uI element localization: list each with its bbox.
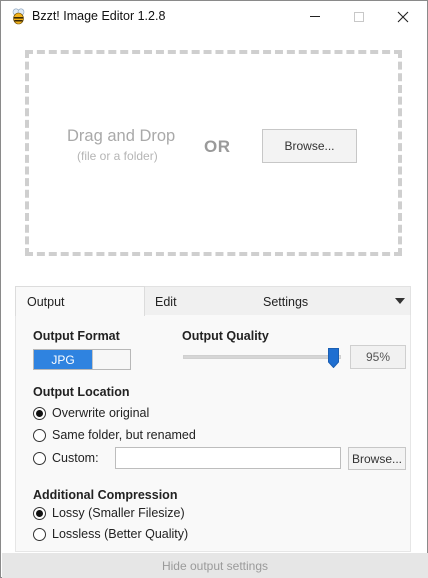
tab-settings[interactable]: Settings <box>263 287 308 316</box>
toggle-knob <box>92 350 130 369</box>
minimize-button[interactable] <box>293 1 337 32</box>
radio-button[interactable] <box>33 406 46 420</box>
radio-label: Lossy (Smaller Filesize) <box>52 506 185 520</box>
radio-overwrite-original[interactable]: Overwrite original <box>33 404 149 422</box>
maximize-button[interactable] <box>337 1 381 32</box>
radio-button[interactable] <box>33 451 46 465</box>
radio-button[interactable] <box>33 506 46 520</box>
quality-slider-fill <box>184 356 335 358</box>
radio-label: Same folder, but renamed <box>52 428 196 442</box>
or-separator: OR <box>204 137 231 156</box>
app-window: Bzzt! Image Editor 1.2.8 Drag and Drop (… <box>0 0 428 578</box>
radio-label: Overwrite original <box>52 406 150 420</box>
maximize-icon <box>354 11 364 22</box>
drag-and-drop-label: Drag and Drop <box>67 127 176 145</box>
quality-slider-thumb[interactable] <box>328 348 340 368</box>
radio-lossless[interactable]: Lossless (Better Quality) <box>33 525 188 543</box>
radio-label: Lossless (Better Quality) <box>52 527 189 541</box>
format-toggle-value: JPG <box>34 350 92 369</box>
additional-compression-label: Additional Compression <box>33 488 178 502</box>
settings-tab-bar: Output Edit Settings <box>15 286 411 316</box>
custom-browse-button[interactable]: Browse... <box>348 447 406 470</box>
format-toggle[interactable]: JPG <box>33 349 131 370</box>
output-location-label: Output Location <box>33 385 130 399</box>
hide-output-settings-button[interactable]: Hide output settings <box>2 553 428 578</box>
bee-icon <box>12 8 25 25</box>
output-quality-label: Output Quality <box>182 329 269 343</box>
radio-label: Custom: <box>52 451 99 465</box>
window-title: Bzzt! Image Editor 1.2.8 <box>32 9 166 23</box>
radio-button[interactable] <box>33 527 46 541</box>
radio-lossy[interactable]: Lossy (Smaller Filesize) <box>33 504 185 522</box>
tab-edit[interactable]: Edit <box>155 287 177 316</box>
output-format-label: Output Format <box>33 329 120 343</box>
drag-and-drop-hint: (file or a folder) <box>77 149 158 163</box>
custom-path-input[interactable] <box>115 447 341 469</box>
quality-value-field[interactable]: 95% <box>350 345 406 369</box>
chevron-down-icon[interactable] <box>395 298 405 304</box>
tab-output[interactable]: Output <box>15 286 145 316</box>
radio-button[interactable] <box>33 428 46 442</box>
browse-button[interactable]: Browse... <box>262 129 357 163</box>
radio-same-folder-renamed[interactable]: Same folder, but renamed <box>33 426 196 444</box>
radio-custom-location[interactable]: Custom: <box>33 449 99 467</box>
title-bar[interactable]: Bzzt! Image Editor 1.2.8 <box>1 1 427 33</box>
quality-slider-track[interactable] <box>183 355 341 359</box>
minimize-icon <box>310 16 320 17</box>
close-button[interactable] <box>381 1 425 32</box>
close-icon <box>397 11 409 22</box>
